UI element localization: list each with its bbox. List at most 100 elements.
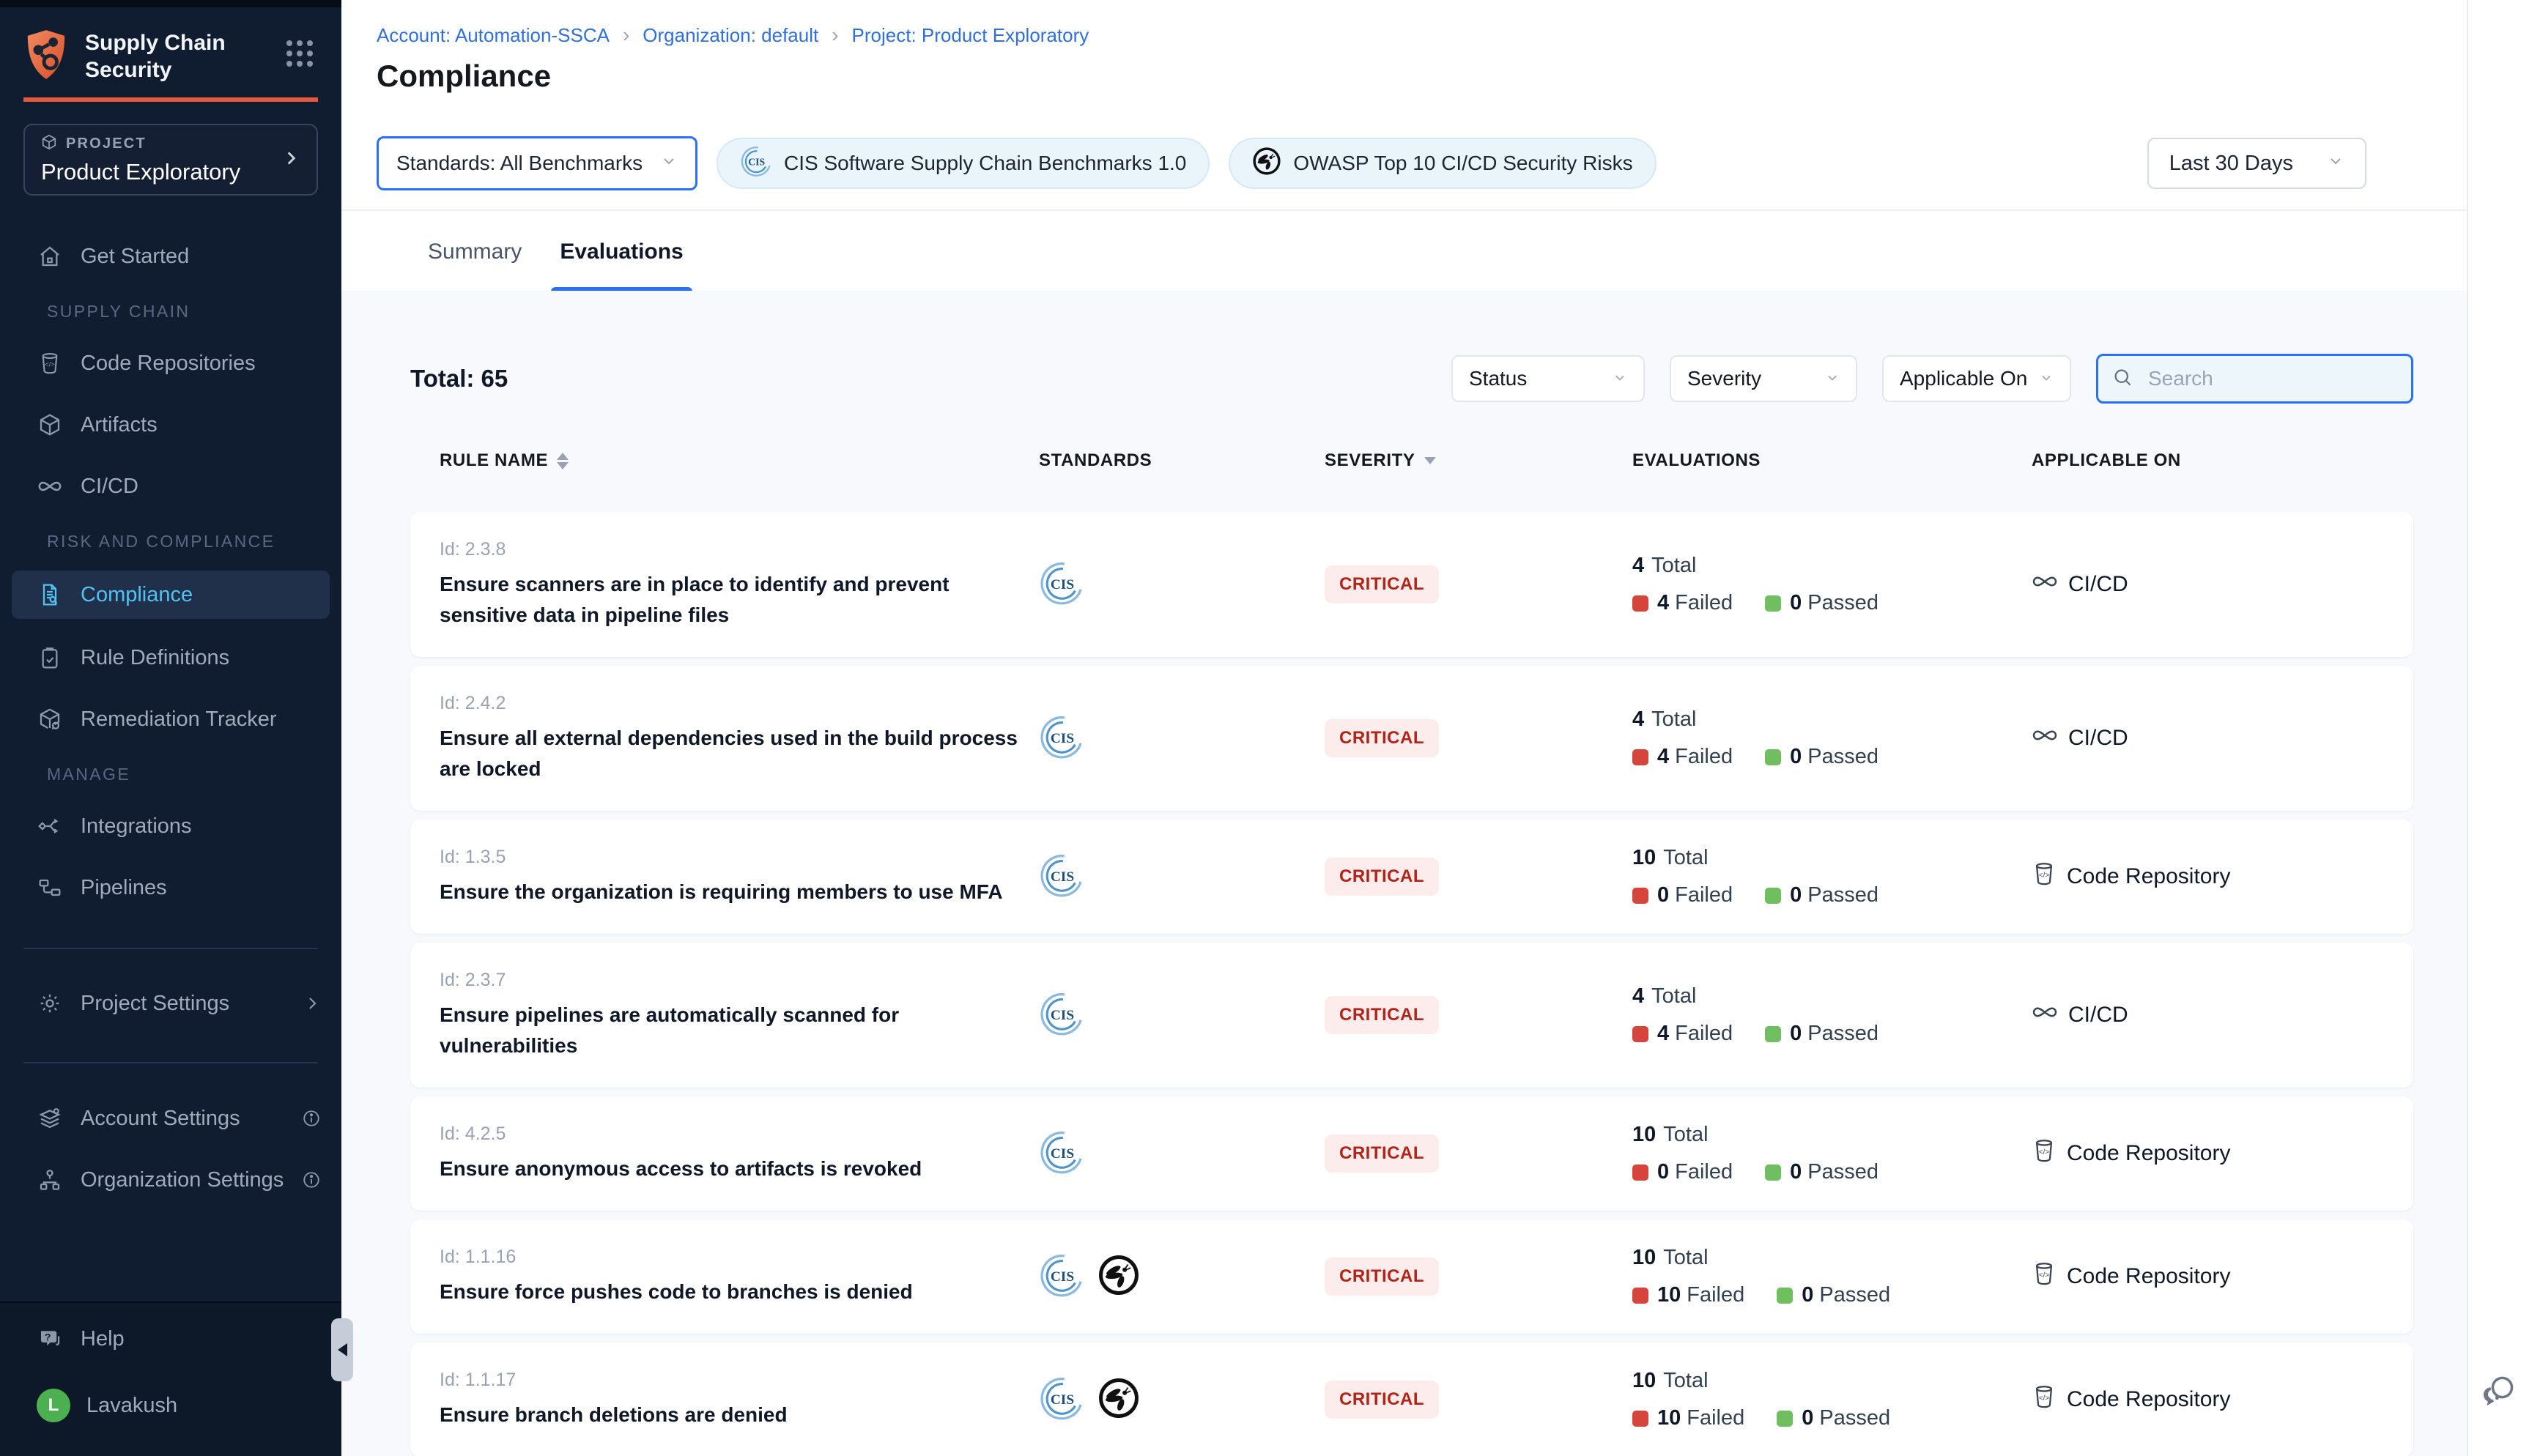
- sidebar-item-pipelines[interactable]: Pipelines: [0, 865, 341, 910]
- sidebar-item-cicd[interactable]: CI/CD: [0, 464, 341, 509]
- standards-cell: CIS: [1039, 991, 1325, 1040]
- date-range-value: Last 30 Days: [2169, 152, 2293, 176]
- sidebar-item-get-started[interactable]: Get Started: [0, 234, 341, 279]
- table-row[interactable]: Id: 2.4.2 Ensure all external dependenci…: [410, 666, 2413, 811]
- info-icon[interactable]: [302, 1170, 321, 1189]
- sidebar-item-project-settings[interactable]: Project Settings: [0, 981, 341, 1026]
- table-row[interactable]: Id: 2.3.7 Ensure pipelines are automatic…: [410, 943, 2413, 1088]
- table-row[interactable]: Id: 1.1.16 Ensure force pushes code to b…: [410, 1219, 2413, 1334]
- svg-text:CIS: CIS: [1051, 1007, 1074, 1022]
- table-row[interactable]: Id: 2.3.8 Ensure scanners are in place t…: [410, 512, 2413, 657]
- help-chat-icon: ?: [37, 1326, 63, 1351]
- section-heading-risk-compliance: RISK AND COMPLIANCE: [0, 532, 341, 551]
- svg-text:</>: </>: [2039, 1271, 2050, 1279]
- breadcrumb-organization-link[interactable]: Organization: default: [643, 24, 818, 47]
- right-rail: [2467, 0, 2532, 1456]
- sidebar-item-help[interactable]: ? Help: [0, 1316, 341, 1362]
- artifact-box-icon: [37, 413, 63, 437]
- sort-desc-icon: [1424, 457, 1436, 464]
- sidebar-item-integrations[interactable]: Integrations: [0, 803, 341, 849]
- evaluations-cell: 10Total 10Failed 0Passed: [1632, 1246, 2032, 1307]
- evaluations-cell: 4Total 4Failed 0Passed: [1632, 707, 2032, 769]
- search-icon: [2111, 366, 2133, 392]
- severity-badge: CRITICAL: [1325, 858, 1439, 896]
- breadcrumb-project-link[interactable]: Project: Product Exploratory: [852, 24, 1089, 47]
- severity-cell: CRITICAL: [1325, 1381, 1632, 1419]
- passed-indicator: [1777, 1288, 1793, 1304]
- standards-filter-bar: Standards: All Benchmarks CIS CIS Softwa…: [341, 136, 2467, 190]
- info-icon[interactable]: [302, 1109, 321, 1128]
- standards-cell: CIS: [1039, 1252, 1325, 1301]
- remediation-box-icon: [37, 707, 63, 731]
- table-row[interactable]: Id: 1.3.5 Ensure the organization is req…: [410, 820, 2413, 934]
- svg-text:CIS: CIS: [748, 156, 765, 167]
- severity-badge: CRITICAL: [1325, 1258, 1439, 1296]
- failed-indicator: [1632, 1411, 1648, 1427]
- support-chat-icon[interactable]: [2480, 1371, 2517, 1411]
- cis-benchmark-chip[interactable]: CIS CIS Software Supply Chain Benchmarks…: [717, 138, 1210, 189]
- rule-cell: Id: 2.4.2 Ensure all external dependenci…: [440, 693, 1039, 784]
- passed-indicator: [1777, 1411, 1793, 1427]
- table-row[interactable]: Id: 1.1.17 Ensure branch deletions are d…: [410, 1342, 2413, 1456]
- passed-indicator: [1765, 1026, 1781, 1042]
- sidebar: Supply Chain Security PROJECT Product Ex…: [0, 0, 341, 1456]
- sidebar-item-code-repositories[interactable]: </> Code Repositories: [0, 341, 341, 386]
- sidebar-item-artifacts[interactable]: CI/CD Artifacts: [0, 402, 341, 447]
- failed-indicator: [1632, 595, 1648, 612]
- sidebar-item-compliance[interactable]: Compliance: [12, 571, 330, 619]
- breadcrumb-separator: ›: [623, 23, 629, 47]
- project-selector[interactable]: PROJECT Product Exploratory: [23, 124, 318, 196]
- org-hierarchy-icon: [37, 1168, 63, 1192]
- search-box[interactable]: [2096, 354, 2413, 404]
- severity-badge: CRITICAL: [1325, 565, 1439, 603]
- tab-summary[interactable]: Summary: [423, 211, 526, 292]
- standards-select[interactable]: Standards: All Benchmarks: [377, 136, 697, 190]
- severity-filter[interactable]: Severity: [1670, 355, 1857, 402]
- failed-indicator: [1632, 888, 1648, 904]
- cis-logo-icon: CIS: [1039, 1129, 1084, 1178]
- column-header-evaluations: EVALUATIONS: [1632, 450, 2032, 471]
- column-header-rule-name[interactable]: RULE NAME: [440, 450, 1039, 471]
- rule-name: Ensure the organization is requiring mem…: [440, 877, 1033, 907]
- page-title: Compliance: [377, 59, 2467, 94]
- passed-indicator: [1765, 749, 1781, 765]
- rule-id: Id: 2.3.8: [440, 539, 1039, 560]
- brand-accent-rule: [23, 97, 318, 102]
- sidebar-item-rule-definitions[interactable]: Rule Definitions: [0, 635, 341, 680]
- column-header-severity[interactable]: SEVERITY: [1325, 450, 1632, 471]
- cis-logo-icon: CIS: [1039, 1252, 1084, 1301]
- table-header-row: RULE NAME STANDARDS SEVERITY EVALUATIONS…: [410, 445, 2413, 477]
- tab-evaluations[interactable]: Evaluations: [555, 211, 687, 292]
- search-input[interactable]: [2148, 367, 2413, 390]
- status-filter-label: Status: [1469, 367, 1527, 390]
- sidebar-collapse-handle[interactable]: [331, 1318, 353, 1381]
- svg-text:</>: </>: [45, 361, 55, 368]
- applicable-on-cell: CI/CD: [2032, 722, 2384, 754]
- sidebar-item-label: Compliance: [81, 583, 193, 607]
- applicable-on-cell: CI/CD: [2032, 568, 2384, 601]
- svg-text:?: ?: [45, 1331, 51, 1343]
- sidebar-item-organization-settings[interactable]: Organization Settings: [0, 1157, 341, 1203]
- owasp-chip[interactable]: OWASP Top 10 CI/CD Security Risks: [1229, 138, 1656, 189]
- severity-cell: CRITICAL: [1325, 996, 1632, 1034]
- app-switcher-grid-icon[interactable]: [284, 38, 315, 73]
- rule-name: Ensure force pushes code to branches is …: [440, 1277, 1033, 1307]
- sidebar-item-account-settings[interactable]: Account Settings: [0, 1096, 341, 1141]
- sidebar-item-remediation-tracker[interactable]: Remediation Tracker: [0, 697, 341, 742]
- table-row[interactable]: Id: 4.2.5 Ensure anonymous access to art…: [410, 1096, 2413, 1211]
- breadcrumb-account-link[interactable]: Account: Automation-SSCA: [377, 24, 610, 47]
- evaluations-cell: 4Total 4Failed 0Passed: [1632, 554, 2032, 615]
- section-heading-manage: MANAGE: [0, 765, 341, 784]
- code-repository-icon: </>: [2032, 1261, 2057, 1292]
- sidebar-item-label: Project Settings: [81, 992, 229, 1016]
- applicable-on-filter[interactable]: Applicable On: [1882, 355, 2071, 402]
- app-title: Supply Chain Security: [85, 29, 226, 83]
- chevron-down-icon: [1613, 367, 1627, 390]
- status-filter[interactable]: Status: [1451, 355, 1645, 402]
- sidebar-footer: ? Help L Lavakush: [0, 1301, 341, 1456]
- date-range-select[interactable]: Last 30 Days: [2147, 138, 2366, 189]
- severity-cell: CRITICAL: [1325, 858, 1632, 896]
- table-toolbar: Total: 65 Status Severity Applicable On: [410, 354, 2413, 404]
- standards-cell: CIS: [1039, 560, 1325, 609]
- user-menu[interactable]: L Lavakush: [0, 1383, 341, 1428]
